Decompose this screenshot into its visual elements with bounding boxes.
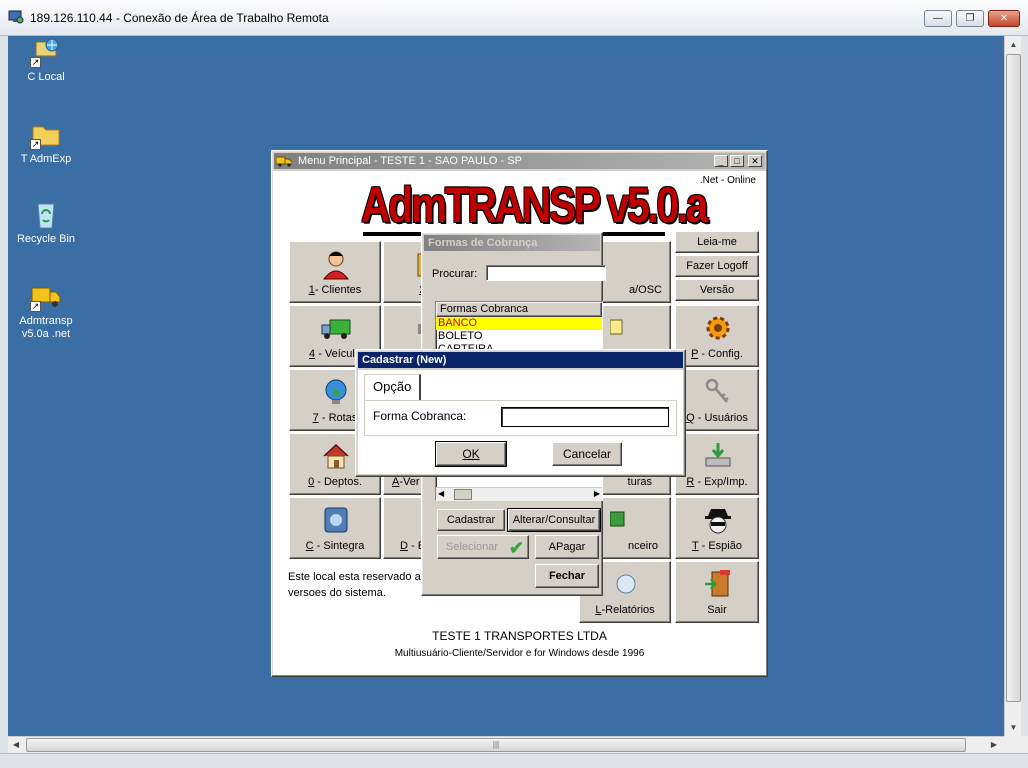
desktop-icon-label: C Local [27, 71, 65, 83]
tile-config[interactable]: P - Config. [675, 305, 759, 367]
sintegra-icon [324, 507, 348, 533]
tile-usuarios[interactable]: Q - Usuários [675, 369, 759, 431]
rdp-window-title: 189.126.110.44 - Conexão de Área de Trab… [30, 11, 329, 25]
net-status: .Net - Online [699, 175, 756, 186]
tab-opcao[interactable]: Opção [364, 374, 422, 400]
gear-icon [706, 316, 730, 340]
exit-door-icon [705, 570, 730, 597]
truck-icon [276, 156, 292, 167]
keys-icon [705, 378, 729, 403]
list-row-selected[interactable]: BANCO [436, 317, 602, 330]
tile-sintegra[interactable]: C - Sintegra [289, 497, 381, 559]
formas-titlebar: Formas de Cobrança [424, 235, 600, 251]
vertical-scrollbar[interactable]: ▲ ▼ [1004, 36, 1021, 736]
window-frame-right [1021, 36, 1028, 736]
list-hscroll[interactable]: ◀ ▶ [436, 487, 602, 501]
remote-desktop-icon [8, 10, 24, 24]
globe-icon [325, 379, 347, 404]
desktop-icon-c-local[interactable]: ↗ C Local [8, 36, 84, 84]
scroll-thumb[interactable] [454, 489, 472, 500]
minimize-button[interactable]: — [924, 10, 952, 27]
cadastrar-titlebar: Cadastrar (New) [358, 352, 683, 368]
apagar-button[interactable]: APagar [535, 535, 599, 559]
scroll-down-icon[interactable]: ▼ [1006, 719, 1021, 736]
scroll-up-icon[interactable]: ▲ [1006, 36, 1021, 53]
ok-button[interactable]: OK [435, 441, 507, 467]
forma-cobranca-input[interactable] [501, 407, 669, 427]
vertical-scroll-thumb[interactable] [1006, 54, 1021, 702]
cancelar-button[interactable]: Cancelar [552, 442, 622, 466]
search-input[interactable] [486, 265, 606, 281]
formas-title: Formas de Cobrança [428, 237, 538, 249]
tile-expimp[interactable]: R - Exp/Imp. [675, 433, 759, 495]
desktop-icon-t-admexp[interactable]: ↗ T AdmExp [8, 118, 84, 166]
close-button[interactable]: ✕ [748, 155, 762, 167]
horizontal-scroll-thumb[interactable]: ||| [26, 738, 966, 752]
window-frame-bottom [0, 753, 1028, 768]
house-icon [323, 443, 349, 469]
list-row[interactable]: BOLETO [436, 330, 602, 343]
folder-icon: ↗ [30, 118, 62, 150]
desktop-icon-recycle-bin[interactable]: Recycle Bin [8, 198, 84, 246]
tile-sair[interactable]: Sair [675, 561, 759, 623]
cadastrar-title: Cadastrar (New) [362, 354, 447, 366]
restore-button[interactable]: ❐ [956, 10, 984, 27]
rdp-titlebar: 189.126.110.44 - Conexão de Área de Trab… [0, 0, 1028, 36]
logoff-button[interactable]: Fazer Logoff [675, 255, 759, 277]
tile-espiao[interactable]: T - Espião [675, 497, 759, 559]
alterar-consultar-button[interactable]: Alterar/Consultar [507, 508, 601, 532]
leiame-button[interactable]: Leia-me [675, 231, 759, 253]
cadastrar-dialog: Cadastrar (New) Opção Forma Cobranca: OK… [355, 349, 686, 477]
reserved-text: Este local esta reservado a versoes do s… [288, 571, 421, 599]
document-icon [610, 319, 623, 335]
maximize-button[interactable]: □ [730, 155, 744, 167]
network-drive-icon: ↗ [30, 36, 62, 68]
minimize-button[interactable]: _ [714, 155, 728, 167]
fechar-button[interactable]: Fechar [535, 564, 599, 588]
company-name: TESTE 1 TRANSPORTES LTDA [432, 629, 607, 643]
tagline: Multiusuário-Cliente/Servidor e for Wind… [394, 648, 645, 659]
app-logo: AdmTRANSP v5.0.a [361, 177, 708, 233]
scroll-right-icon[interactable]: ▶ [594, 489, 600, 498]
truck-icon: ↗ [30, 280, 62, 312]
green-truck-icon [321, 319, 351, 339]
horizontal-scrollbar[interactable]: ◀ ||| ▶ [8, 736, 1004, 753]
cadastrar-button[interactable]: Cadastrar [437, 509, 505, 531]
versao-button[interactable]: Versão [675, 279, 759, 301]
cadastrar-body: Opção Forma Cobranca: OK Cancelar [358, 370, 683, 474]
window-frame-left [0, 36, 8, 753]
report-globe-icon [616, 574, 636, 594]
desktop-icon-admtransp[interactable]: ↗ Admtransp v5.0a .net [8, 280, 84, 341]
remote-desktop: ↗ C Local ↗ T AdmExp Recycle Bin ↗ Admtr… [8, 36, 1004, 736]
desktop-icon-label: Admtransp v5.0a .net [19, 315, 73, 340]
close-button[interactable]: ✕ [988, 10, 1020, 27]
search-label: Procurar: [432, 268, 478, 280]
main-menu-title: Menu Principal - TESTE 1 - SAO PAULO - S… [298, 155, 522, 167]
checkmark-icon: ✔ [508, 538, 524, 558]
column-header-formas[interactable]: Formas Cobranca [436, 302, 602, 317]
spy-icon [705, 509, 731, 534]
scroll-left-icon[interactable]: ◀ [438, 489, 444, 498]
desktop-icon-label: Recycle Bin [16, 233, 76, 245]
desktop-icon-label: T AdmExp [20, 153, 72, 165]
money-icon [610, 511, 625, 527]
tile-clientes[interactable]: 1- Clientes [289, 241, 381, 303]
download-drive-icon [705, 443, 731, 467]
scroll-left-icon[interactable]: ◀ [8, 737, 24, 753]
forma-cobranca-label: Forma Cobranca: [373, 409, 467, 423]
client-person-icon [322, 251, 350, 280]
tab-panel: Forma Cobranca: [364, 400, 677, 436]
scroll-right-icon[interactable]: ▶ [986, 737, 1002, 753]
main-menu-titlebar: Menu Principal - TESTE 1 - SAO PAULO - S… [274, 153, 765, 169]
selecionar-button[interactable]: Selecionar ✔ [437, 535, 529, 559]
recycle-bin-icon [30, 198, 62, 230]
